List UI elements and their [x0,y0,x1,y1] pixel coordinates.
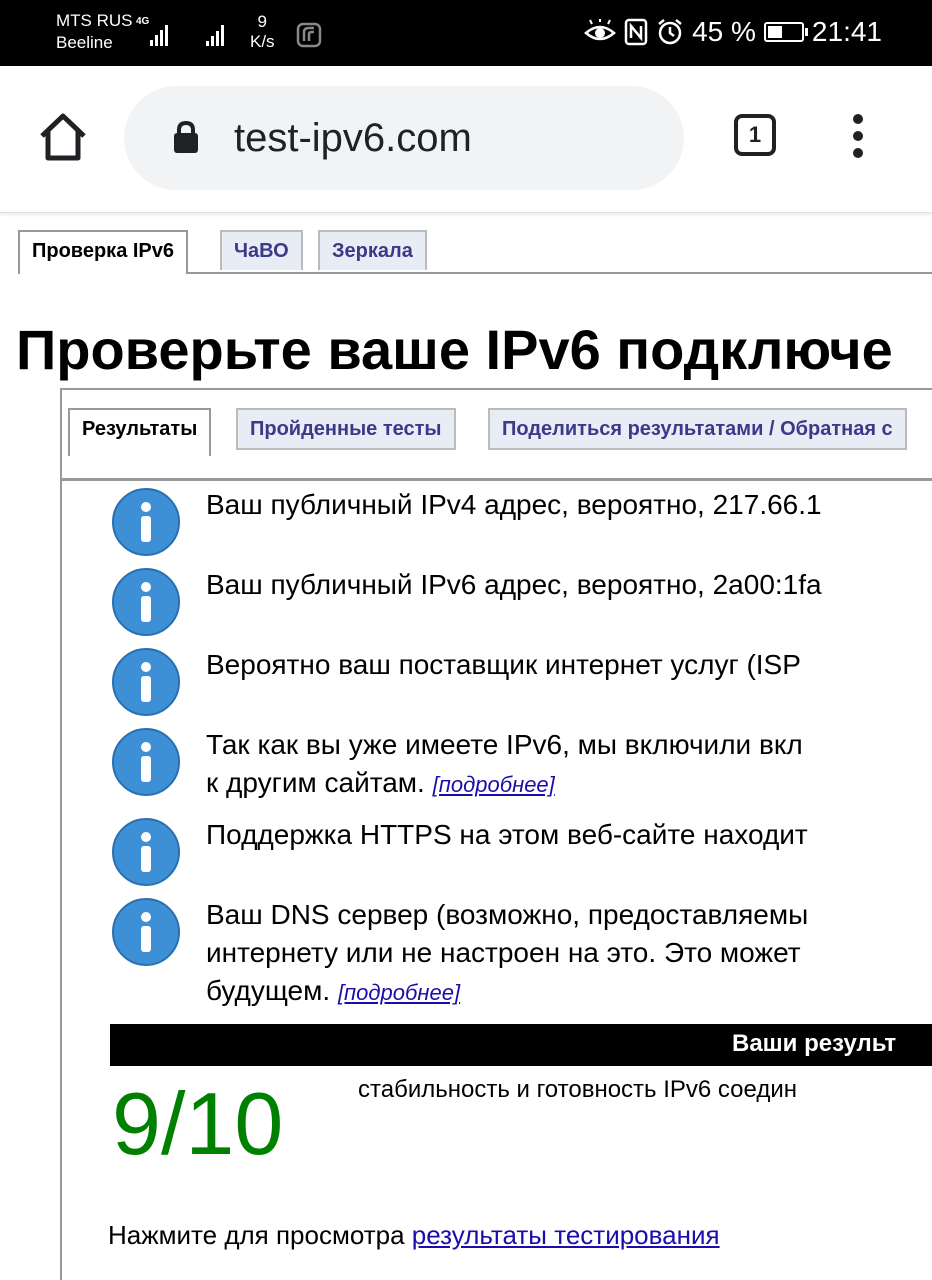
tab-tests-run[interactable]: Пройденные тесты [236,408,456,450]
results-header: Ваши результ [732,1030,897,1057]
address-bar[interactable]: test-ipv6.com [124,86,684,190]
info-text: Ваш DNS сервер (возможно, предоставляемы… [206,896,808,1012]
info-line-1: Ваш DNS сервер (возможно, предоставляемы [206,899,809,930]
tab-results[interactable]: Результаты [68,408,212,456]
status-bar: MTS RUS Beeline 4G 9 K/s 45 % 21:41 [0,0,932,66]
info-icon [112,568,180,636]
info-line-2-text: к другим сайтам. [206,767,425,798]
url-text[interactable]: test-ipv6.com [234,114,472,162]
info-icon [112,818,180,886]
view-results-line: Нажмите для просмотра результаты тестиро… [108,1218,720,1252]
carrier-1: MTS RUS [56,11,133,30]
app-notification-icon [296,22,322,48]
speed-unit: K/s [250,32,275,51]
signal-2-icon [206,22,224,46]
info-text: Ваш публичный IPv4 адрес, вероятно, 217.… [206,489,822,520]
network-type-tag: 4G [136,16,150,27]
info-icon [112,728,180,796]
signal-1-icon [150,22,168,46]
info-icon [112,488,180,556]
network-speed: 9 K/s [250,12,275,52]
page-title: Проверьте ваше IPv6 подключе [16,318,893,381]
more-link[interactable]: [подробнее] [338,980,460,1005]
view-results-prefix: Нажмите для просмотра [108,1220,405,1250]
battery-percent: 45 % [692,16,756,47]
overflow-menu-icon[interactable] [850,114,866,162]
info-icon [112,898,180,966]
info-icon [112,648,180,716]
battery-icon [763,22,808,42]
speed-value: 9 [257,12,268,31]
info-line-3: будущем. [подробнее] [206,972,808,1012]
clock: 21:41 [811,16,882,47]
tab-divider [62,478,932,481]
info-line-2: к другим сайтам. [подробнее] [206,764,803,804]
tab-faq[interactable]: ЧаВО [220,230,303,270]
tab-ipv6-test[interactable]: Проверка IPv6 [18,230,189,274]
lock-icon[interactable] [172,120,200,154]
info-text: Вероятно ваш поставщик интернет услуг (I… [206,649,801,680]
site-tabs: Проверка IPv6 ЧаВО Зеркала [18,230,932,274]
info-text: Поддержка HTTPS на этом веб-сайте находи… [206,819,808,850]
info-text: Так как вы уже имеете IPv6, мы включили … [206,726,803,804]
results-header-bar: Ваши результ [110,1024,932,1066]
nfc-icon [624,18,648,46]
tab-share-results[interactable]: Поделиться результатами / Обратная с [488,408,907,450]
home-icon[interactable] [36,110,90,164]
more-link[interactable]: [подробнее] [433,772,555,797]
carrier-2: Beeline [56,33,113,52]
alarm-icon [658,19,682,45]
info-line-2: интернету или не настроен на это. Это мо… [206,937,801,968]
info-text: Ваш публичный IPv6 адрес, вероятно, 2a00… [206,569,822,600]
eye-comfort-icon [584,19,617,41]
info-line-1: Так как вы уже имеете IPv6, мы включили … [206,729,803,760]
carrier-info: MTS RUS Beeline [56,10,133,54]
result-tabs: Результаты Пройденные тесты Поделиться р… [62,408,932,460]
view-results-link[interactable]: результаты тестирования [412,1220,720,1250]
score-description: стабильность и готовность IPv6 соедин [358,1076,797,1103]
browser-toolbar: test-ipv6.com 1 [0,66,932,213]
status-right: 45 % 21:41 [584,16,882,48]
tab-switcher-button[interactable]: 1 [734,114,776,156]
score: 9/10 [112,1074,284,1173]
info-line-3-text: будущем. [206,975,331,1006]
tab-mirrors[interactable]: Зеркала [318,230,427,270]
